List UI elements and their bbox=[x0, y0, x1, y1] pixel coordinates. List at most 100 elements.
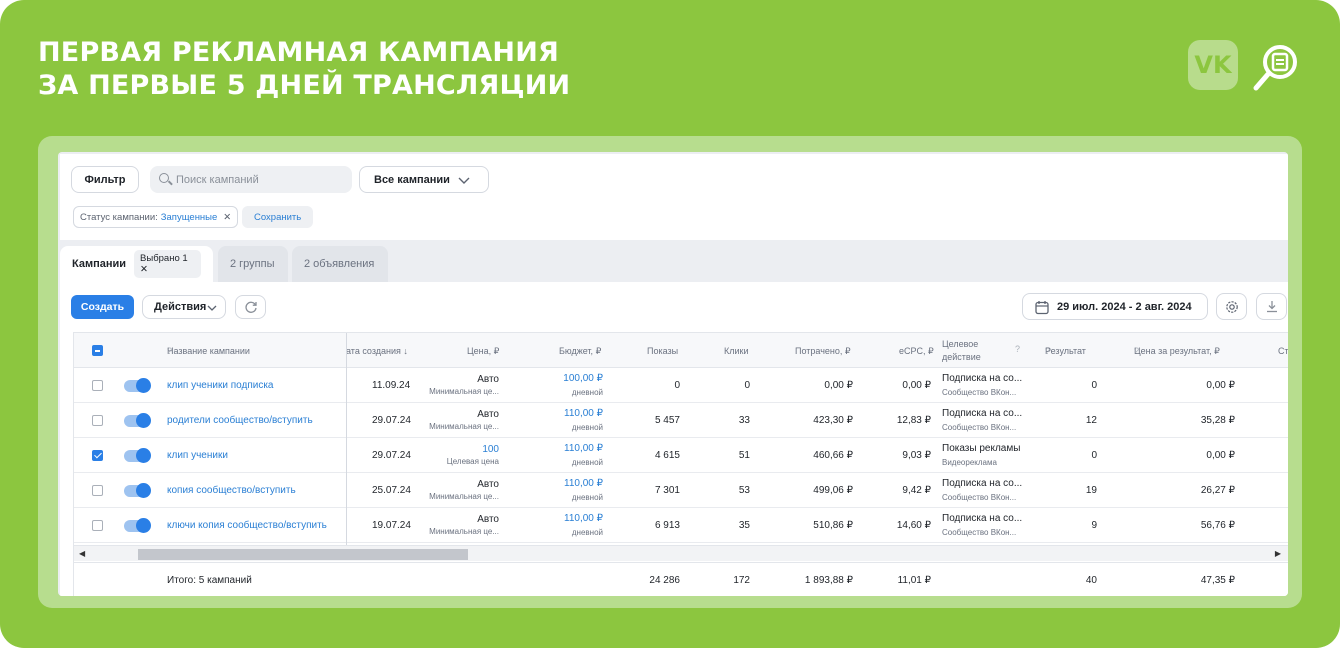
cell-spent: 510,86 ₽ bbox=[813, 520, 853, 531]
cell-clicks: 35 bbox=[738, 520, 750, 531]
campaign-name-link[interactable]: копия сообщество/вступить bbox=[167, 485, 296, 496]
table-header: Название кампании ? ата создания ↓ Цена,… bbox=[74, 333, 1288, 368]
campaign-toggle[interactable] bbox=[124, 483, 151, 498]
col-cpr-label: Цена за результат, ₽ bbox=[1134, 346, 1220, 356]
cell-target: Подписка на со... bbox=[942, 513, 1023, 524]
table-row[interactable]: клип ученики 29.07.24 100 Целевая цена 1… bbox=[74, 438, 1288, 473]
campaign-name-link[interactable]: клип ученики подписка bbox=[167, 380, 273, 391]
horizontal-scrollbar[interactable]: ◀ ▶ bbox=[74, 545, 1288, 561]
row-checkbox[interactable] bbox=[92, 415, 103, 426]
campaign-toggle[interactable] bbox=[124, 518, 151, 533]
campaign-name-link[interactable]: родители сообщество/вступить bbox=[167, 415, 313, 426]
date-range-picker[interactable]: 29 июл. 2024 - 2 авг. 2024 bbox=[1022, 293, 1208, 320]
scroll-left-arrow-icon[interactable]: ◀ bbox=[79, 549, 85, 558]
actions-dropdown[interactable]: Действия bbox=[142, 295, 226, 319]
search-input[interactable]: Поиск кампаний bbox=[150, 166, 352, 193]
campaign-toggle[interactable] bbox=[124, 448, 151, 463]
cell-target-sub: Видеореклама bbox=[942, 458, 997, 467]
campaign-toggle[interactable] bbox=[124, 413, 151, 428]
create-button[interactable]: Создать bbox=[71, 295, 134, 319]
row-checkbox[interactable] bbox=[92, 380, 103, 391]
status-chip-value: Запущенные bbox=[160, 211, 218, 223]
settings-button[interactable] bbox=[1216, 293, 1247, 320]
table-row[interactable]: клип ученики подписка 11.09.24 Авто Мини… bbox=[74, 368, 1288, 403]
campaigns-select[interactable]: Все кампании bbox=[359, 166, 489, 193]
col-spent[interactable]: Потрачено, ₽ bbox=[795, 346, 851, 357]
total-clicks: 172 bbox=[733, 575, 750, 586]
cell-clicks: 33 bbox=[738, 415, 750, 426]
cell-price-sub: Минимальная це... bbox=[429, 387, 499, 396]
select-all-checkbox[interactable] bbox=[92, 345, 103, 356]
cell-budget-sub: дневной bbox=[571, 493, 603, 502]
row-checkbox[interactable] bbox=[92, 485, 103, 496]
tab-campaigns[interactable]: Кампании Выбрано 1 ✕ bbox=[60, 246, 213, 282]
refresh-button[interactable] bbox=[235, 295, 266, 319]
cell-target-sub: Сообщество ВКон... bbox=[942, 423, 1017, 432]
cell-price[interactable]: 100 bbox=[482, 444, 499, 455]
cell-impressions: 7 301 bbox=[654, 485, 680, 496]
campaigns-table: Название кампании ? ата создания ↓ Цена,… bbox=[73, 332, 1288, 596]
headline: ПЕРВАЯ РЕКЛАМНАЯ КАМПАНИЯ ЗА ПЕРВЫЕ 5 ДН… bbox=[38, 36, 570, 102]
table-row[interactable]: родители сообщество/вступить 29.07.24 Ав… bbox=[74, 403, 1288, 438]
table-row[interactable]: копия сообщество/вступить 25.07.24 Авто … bbox=[74, 473, 1288, 508]
close-icon[interactable]: ✕ bbox=[140, 264, 148, 275]
col-clicks[interactable]: Клики bbox=[724, 346, 749, 356]
help-icon[interactable]: ? bbox=[1015, 344, 1020, 354]
campaign-name-link[interactable]: ключи копия сообщество/вступить bbox=[167, 520, 327, 531]
campaign-toggle[interactable] bbox=[124, 378, 151, 393]
search-placeholder: Поиск кампаний bbox=[176, 173, 259, 186]
selected-badge[interactable]: Выбрано 1 ✕ bbox=[134, 250, 201, 278]
col-budget[interactable]: Бюджет, ₽ bbox=[559, 346, 601, 357]
tab-groups[interactable]: 2 группы bbox=[218, 246, 288, 282]
cell-price: Авто bbox=[477, 374, 499, 385]
cell-target-sub: Сообщество ВКон... bbox=[942, 493, 1017, 502]
cell-budget[interactable]: 110,00 ₽ bbox=[564, 513, 603, 524]
col-result[interactable]: Результат ? bbox=[1045, 346, 1086, 356]
tab-ads[interactable]: 2 объявления bbox=[292, 246, 388, 282]
cell-budget[interactable]: 110,00 ₽ bbox=[564, 443, 603, 454]
col-impressions[interactable]: Показы bbox=[647, 346, 678, 356]
cell-budget[interactable]: 100,00 ₽ bbox=[563, 373, 603, 384]
row-checkbox[interactable] bbox=[92, 520, 103, 531]
total-cpr: 47,35 ₽ bbox=[1200, 575, 1235, 586]
cell-result: 9 bbox=[1091, 520, 1097, 531]
cell-budget-sub: дневной bbox=[571, 388, 603, 397]
status-filter-chip[interactable]: Статус кампании: Запущенные ✕ bbox=[73, 206, 239, 228]
cell-price-sub: Целевая цена bbox=[446, 457, 499, 466]
cell-result: 19 bbox=[1085, 485, 1097, 496]
save-filter-button[interactable]: Сохранить bbox=[242, 206, 314, 228]
totals-label: Итого: 5 кампаний bbox=[167, 575, 252, 586]
col-price[interactable]: Цена, ₽ bbox=[467, 346, 499, 357]
cell-target: Подписка на со... bbox=[942, 408, 1023, 419]
cell-spent: 423,30 ₽ bbox=[813, 415, 853, 426]
row-checkbox[interactable] bbox=[92, 450, 103, 461]
col-target-line1[interactable]: Целевое bbox=[942, 339, 978, 349]
cell-ecpc: 14,60 ₽ bbox=[896, 520, 931, 531]
cell-spent: 460,66 ₽ bbox=[813, 450, 853, 461]
chevron-down-icon bbox=[458, 177, 470, 184]
col-created[interactable]: ата создания ↓ bbox=[346, 346, 408, 356]
cell-result: 0 bbox=[1091, 450, 1097, 461]
cell-price-sub: Минимальная це... bbox=[429, 527, 499, 536]
campaign-name-link[interactable]: клип ученики bbox=[167, 450, 228, 461]
col-cpr[interactable]: Цена за результат, ₽ ? bbox=[1134, 346, 1220, 356]
cell-impressions: 6 913 bbox=[654, 520, 680, 531]
col-name[interactable]: Название кампании ? bbox=[167, 346, 250, 356]
filter-button[interactable]: Фильтр bbox=[71, 166, 139, 193]
cell-budget[interactable]: 110,00 ₽ bbox=[564, 408, 603, 419]
cell-target: Подписка на со... bbox=[942, 373, 1023, 384]
col-target-line2[interactable]: действие bbox=[942, 352, 981, 362]
cell-budget-sub: дневной bbox=[571, 423, 603, 432]
col-ecpc[interactable]: eCPC, ₽ bbox=[899, 346, 934, 357]
scrollbar-thumb[interactable] bbox=[138, 549, 468, 560]
scroll-right-arrow-icon[interactable]: ▶ bbox=[1275, 549, 1281, 558]
cell-spent: 0,00 ₽ bbox=[824, 380, 853, 391]
download-button[interactable] bbox=[1256, 293, 1287, 320]
table-row[interactable]: ключи копия сообщество/вступить 19.07.24… bbox=[74, 508, 1288, 543]
cell-cpr: 0,00 ₽ bbox=[1206, 380, 1235, 391]
cell-result: 0 bbox=[1091, 380, 1097, 391]
cell-price: Авто bbox=[477, 409, 499, 420]
close-icon[interactable]: ✕ bbox=[223, 212, 231, 223]
cell-budget[interactable]: 110,00 ₽ bbox=[564, 478, 603, 489]
col-status-cut[interactable]: Ст bbox=[1278, 346, 1288, 356]
